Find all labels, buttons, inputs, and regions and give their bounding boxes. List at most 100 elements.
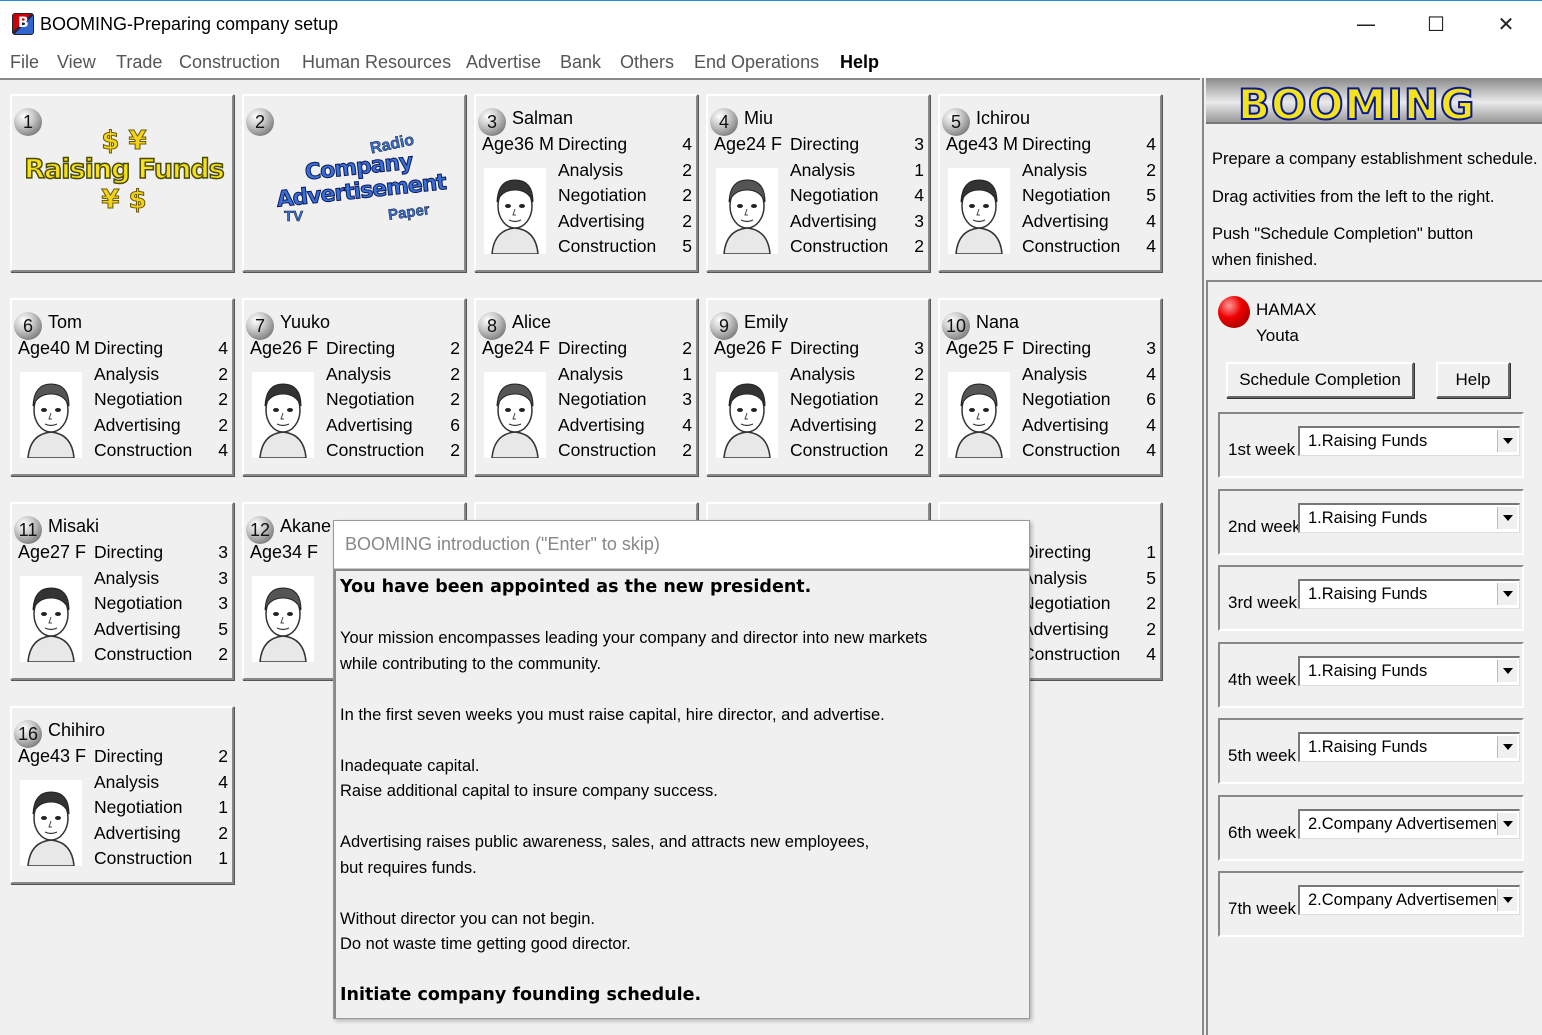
person-card-yuuko[interactable]: 7 Yuuko Age26 F Directing 2 Analysis 2 Negotiat… [242,298,466,476]
stats-list: Directing 2 Analysis 1 Negotiation 3 Advertisi… [558,338,692,466]
person-card-miu[interactable]: 4 Miu Age24 F Directing 3 Analysis 1 Negotiatio… [706,94,930,272]
stat-row: Negotiation 5 [1022,185,1156,205]
week-activity-select[interactable]: 2.Company Advertisement [1298,808,1520,839]
week-label: 3rd week [1228,593,1297,612]
stat-row: Directing 2 [326,338,460,358]
person-portrait [252,372,314,458]
menu-file[interactable]: File [10,52,39,73]
week-slot[interactable]: 7th week 2.Company Advertisement [1218,871,1524,937]
menu-view[interactable]: View [57,52,96,73]
menu-help[interactable]: Help [840,52,879,73]
week-label: 7th week [1228,899,1297,918]
menu-end-operations[interactable]: End Operations [694,52,819,73]
chevron-down-icon[interactable] [1497,583,1517,605]
maximize-button[interactable]: ☐ [1414,9,1458,39]
person-name: Miu [744,108,774,128]
person-age: Age27 F [18,542,87,562]
chevron-down-icon[interactable] [1497,812,1517,835]
portrait-face-icon [259,383,307,458]
portrait-face-icon [27,383,75,458]
person-card-tom[interactable]: 6 Tom Age40 M Directing 4 Analysis 2 Negotiatio… [10,298,234,476]
stat-row: Analysis 2 [558,159,692,180]
person-card-ichirou[interactable]: 5 Ichirou Age43 M Directing 4 Analysis 2 Negoti… [938,94,1162,272]
week-activity-select[interactable]: 1.Raising Funds [1298,502,1520,533]
person-age: Age25 F [946,338,1015,358]
week-activity-value: 1.Raising Funds [1308,661,1428,680]
week-slot[interactable]: 4th week 1.Raising Funds [1218,641,1524,708]
stat-row: Construction 2 [790,440,924,460]
chevron-down-icon[interactable] [1497,659,1517,682]
dialog-body: You have been appointed as the new presi… [334,569,1029,1018]
week-slot[interactable]: 5th week 1.Raising Funds [1218,718,1524,784]
dialog-line: but requires funds. [340,858,477,877]
chevron-down-icon[interactable] [1497,736,1517,758]
dialog-line [340,601,1025,627]
person-age: Age24 F [714,134,783,154]
chevron-down-icon[interactable] [1497,889,1517,911]
card-number-badge: 3 [478,108,506,136]
close-button[interactable]: ✕ [1484,9,1528,39]
chevron-down-icon[interactable] [1497,430,1517,452]
person-card-emily[interactable]: 9 Emily Age26 F Directing 3 Analysis 2 Negotiat… [706,298,930,476]
help-button[interactable]: Help [1436,362,1510,398]
person-card-salman[interactable]: 3 Salman Age36 M Directing 4 Analysis 2 Negotia… [474,94,698,272]
person-portrait [20,576,82,662]
person-portrait [948,372,1010,458]
menu-bank[interactable]: Bank [560,52,601,73]
menu-trade[interactable]: Trade [116,52,162,73]
chevron-down-icon[interactable] [1497,506,1517,529]
stat-row: Analysis 2 [326,363,460,384]
stat-row: Advertising 5 [94,618,228,639]
week-activity-value: 1.Raising Funds [1308,508,1428,527]
person-card-misaki[interactable]: 11 Misaki Age27 F Directing 3 Analysis 3 Negoti… [10,502,234,680]
week-activity-select[interactable]: 1.Raising Funds [1298,732,1520,762]
stats-list: Directing 4 Analysis 2 Negotiation 2 Advertisi… [558,134,692,262]
stat-row: Negotiation 2 [94,389,228,409]
stat-row: Directing 4 [1022,134,1156,154]
week-label: 5th week [1228,746,1297,765]
activity-card-company-advertisement[interactable]: 2 Radio Company Advertisement TV Paper [242,94,466,272]
week-label: 4th week [1228,669,1297,689]
person-card-nana[interactable]: 10 Nana Age25 F Directing 3 Analysis 4 Negotiat… [938,298,1162,476]
person-name: Alice [512,312,552,332]
card-number-badge: 11 [14,516,42,544]
person-name: Akane [280,516,332,536]
person-age: Age36 M [482,134,555,154]
stat-row: Negotiation 4 [790,185,924,205]
menu-others[interactable]: Others [620,52,674,73]
dialog-line: Do not waste time getting good director. [340,935,631,953]
schedule-completion-button[interactable]: Schedule Completion [1226,362,1414,398]
card-number-badge: 9 [710,312,738,340]
minimize-button[interactable]: — [1344,9,1388,39]
instruction-text: Push "Schedule Completion" button [1212,225,1474,243]
card-number-badge: 10 [942,312,970,340]
week-activity-select[interactable]: 1.Raising Funds [1298,579,1520,609]
intro-dialog[interactable]: BOOMING introduction ("Enter" to skip) Y… [333,520,1030,1019]
week-activity-select[interactable]: 1.Raising Funds [1298,655,1520,686]
person-age: Age26 F [714,338,783,358]
activity-card-raising-funds[interactable]: 1 $ ¥ Raising Funds ¥ $ [10,94,234,272]
window-title: BOOMING-Preparing company setup [40,14,339,34]
menu-advertise[interactable]: Advertise [466,52,541,73]
dialog-line [340,677,1025,703]
person-card-alice[interactable]: 8 Alice Age24 F Directing 2 Analysis 1 Negotiat… [474,298,698,476]
title-bar: BOOMING-Preparing company setup — ☐ ✕ [0,0,1542,46]
card-number-badge: 7 [246,312,274,340]
stat-row: Negotiation 3 [94,593,228,613]
stat-row: Construction 4 [1022,440,1156,460]
week-activity-select[interactable]: 2.Company Advertisement [1298,885,1520,915]
week-slot[interactable]: 6th week 2.Company Advertisement [1218,794,1524,861]
week-activity-select[interactable]: 1.Raising Funds [1298,426,1520,456]
week-slot[interactable]: 2nd week 1.Raising Funds [1218,488,1524,555]
menu-human-resources[interactable]: Human Resources [302,52,451,73]
person-age: Age43 M [946,134,1019,154]
person-age: Age43 F [18,746,87,766]
week-label: 1st week [1228,440,1296,459]
dialog-line: Inadequate capital. [340,756,480,775]
menu-construction[interactable]: Construction [179,52,280,73]
user-box: HAMAX Youta Schedule Completion Help 1st… [1206,280,1542,1035]
week-slot[interactable]: 3rd week 1.Raising Funds [1218,565,1524,631]
person-card-chihiro[interactable]: 16 Chihiro Age43 F Directing 2 Analysis 4 Negot… [10,706,234,884]
week-slot[interactable]: 1st week 1.Raising Funds [1218,412,1524,478]
dialog-line [340,958,1025,984]
